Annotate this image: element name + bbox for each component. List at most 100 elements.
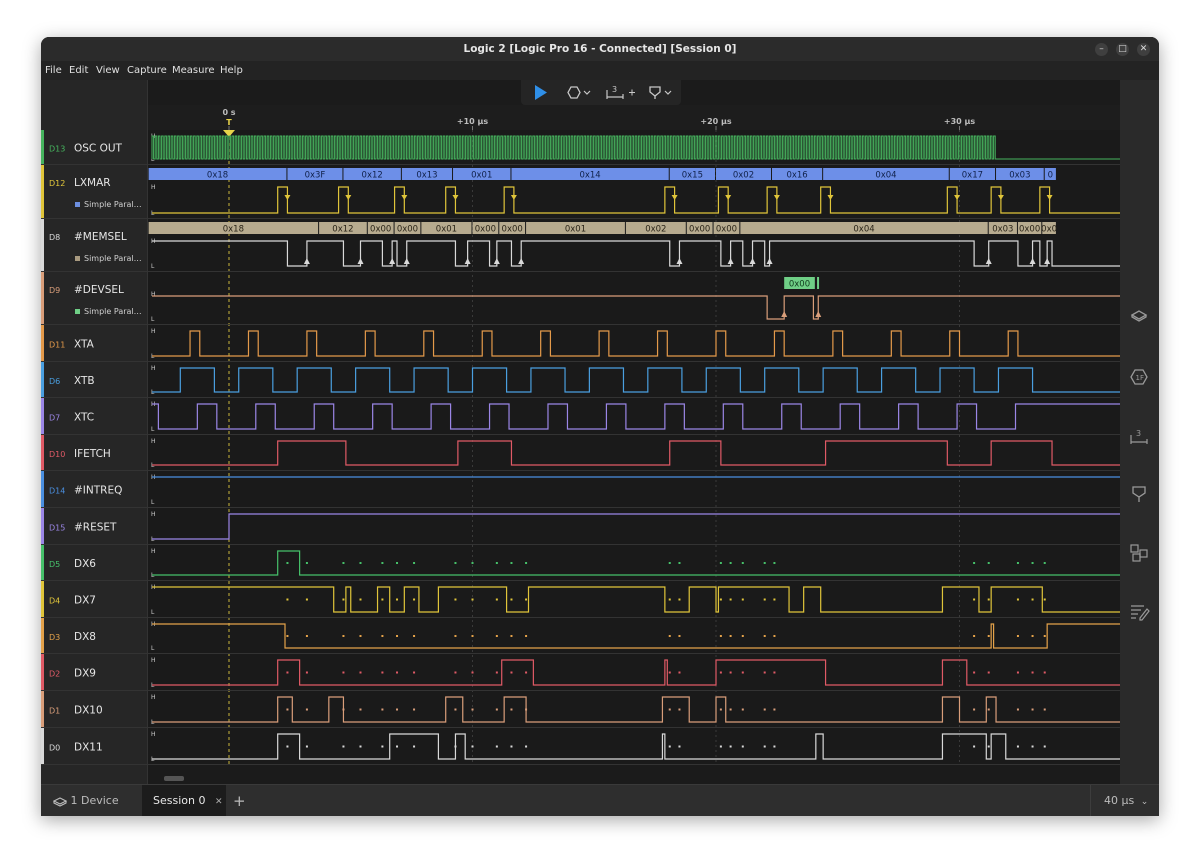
sample-dot	[668, 562, 671, 564]
sample-dot	[525, 598, 528, 601]
sample-dot	[381, 671, 384, 674]
horizontal-scrollbar[interactable]	[164, 776, 184, 781]
channel-name: DX10	[74, 705, 103, 717]
sample-dot	[1016, 745, 1019, 748]
analyzer-value: 0x14	[579, 171, 600, 181]
timing-marker-icon: 3	[606, 85, 635, 99]
sample-dot	[1031, 708, 1034, 711]
sample-dot	[396, 562, 399, 564]
analyzer-value: 0x03	[992, 225, 1013, 235]
sample-dot	[286, 671, 289, 674]
time-label: +20 µs	[700, 117, 732, 126]
sample-dot	[729, 671, 732, 674]
channel-color-bar	[41, 272, 44, 324]
analyzer-icon	[567, 86, 591, 99]
sample-dot	[286, 562, 289, 564]
sample-dot	[413, 598, 416, 601]
extensions-button[interactable]	[1128, 542, 1150, 564]
right-sidebar: 1F 3	[1120, 80, 1159, 784]
sample-dot	[973, 562, 976, 564]
sample-dot	[741, 708, 744, 711]
analyzer-value: 0x02	[733, 171, 754, 181]
sample-dot	[729, 598, 732, 601]
analyzer-value: 0x00	[689, 225, 710, 235]
channel-name: XTC	[74, 412, 94, 424]
channel-id: D12	[49, 179, 65, 188]
channel-color-bar	[41, 325, 44, 361]
sample-dot	[678, 598, 681, 601]
sample-dot	[1016, 562, 1019, 564]
sample-dot	[763, 745, 766, 748]
sample-dot	[741, 562, 744, 564]
waveform-canvas[interactable]: 0 s+10 µs +20 µs +30 µsTD13 OSC OUTHLD12 LXM…	[41, 37, 1159, 816]
trigger-panel-button[interactable]	[1128, 483, 1150, 505]
device-dropdown[interactable]: 1 Device ⌄	[52, 785, 131, 816]
channel-name: IFETCH	[74, 448, 111, 460]
sample-dot	[471, 708, 474, 711]
channel-id: D3	[49, 633, 60, 642]
sample-dot	[763, 598, 766, 601]
sample-dot	[1016, 598, 1019, 601]
start-capture-button[interactable]	[529, 83, 553, 102]
sample-dot	[413, 708, 416, 711]
sample-dot	[773, 708, 776, 711]
zoom-dropdown[interactable]: 40 µs ⌄	[1090, 785, 1159, 816]
channel-color-bar	[41, 691, 44, 727]
bottom-bar: 1 Device ⌄ Session 0 ✕ + 40 µs ⌄	[41, 784, 1159, 816]
add-session-button[interactable]: +	[233, 785, 246, 816]
sample-dot	[678, 671, 681, 674]
channel-id: D2	[49, 670, 60, 679]
channel-id: D14	[49, 487, 65, 496]
analyzer-value: 0x00	[397, 225, 418, 235]
sample-dot	[678, 562, 681, 564]
close-tab-icon[interactable]: ✕	[215, 797, 223, 807]
sample-dot	[763, 562, 766, 564]
sample-dot	[471, 562, 474, 564]
sample-dot	[973, 745, 976, 748]
channel-name: #INTREQ	[74, 485, 122, 497]
high-marker: H	[151, 731, 156, 738]
trigger-icon	[1132, 486, 1146, 502]
capture-toolbar: 3	[521, 80, 681, 105]
channel-color-bar	[41, 654, 44, 690]
analyzers-panel-button[interactable]: 1F	[1128, 366, 1150, 388]
sample-dot	[510, 598, 513, 601]
sample-dot	[668, 635, 671, 637]
timing-marker-button[interactable]: 3	[603, 83, 637, 102]
sample-dot	[987, 745, 990, 748]
timing-marker-panel-button[interactable]: 3	[1128, 425, 1150, 447]
analyzer-value: 0x02	[645, 225, 666, 235]
high-marker: H	[151, 328, 156, 335]
sample-dot	[381, 562, 384, 564]
sample-dot	[396, 708, 399, 711]
channel-id: D7	[49, 414, 60, 423]
sample-dot	[729, 635, 732, 637]
analyzer-value: 0x13	[416, 171, 437, 181]
notes-button[interactable]	[1128, 600, 1150, 622]
trigger-button[interactable]	[645, 83, 675, 102]
channel-color-bar	[41, 545, 44, 580]
tab-session-0[interactable]: Session 0 ✕	[142, 785, 226, 816]
analyzer-value: 0x01	[565, 225, 586, 235]
device-settings-button[interactable]	[1128, 304, 1150, 326]
channel-view: 0 s +10 µs +20 µs +30 µs T D13 OSC OUT H L D12 LXM…	[41, 37, 1159, 816]
sample-dot	[1043, 598, 1046, 601]
high-marker: H	[151, 657, 156, 664]
device-icon	[52, 797, 68, 807]
sample-dot	[359, 598, 362, 601]
channel-name: XTB	[74, 375, 95, 387]
sample-dot	[1043, 745, 1046, 748]
analyzer-value: 0x00	[370, 225, 391, 235]
analyzer-color-swatch	[75, 256, 80, 261]
sample-dot	[396, 745, 399, 748]
analyzer-color-swatch	[75, 202, 80, 207]
sample-dot	[510, 635, 513, 637]
sample-dot	[342, 708, 345, 711]
play-icon	[535, 85, 547, 100]
trigger-label: T	[226, 118, 232, 127]
sample-dot	[495, 635, 498, 637]
high-marker: H	[151, 511, 156, 518]
sample-dot	[719, 562, 722, 564]
channel-id: D4	[49, 597, 60, 606]
analyzers-button[interactable]	[563, 83, 593, 102]
